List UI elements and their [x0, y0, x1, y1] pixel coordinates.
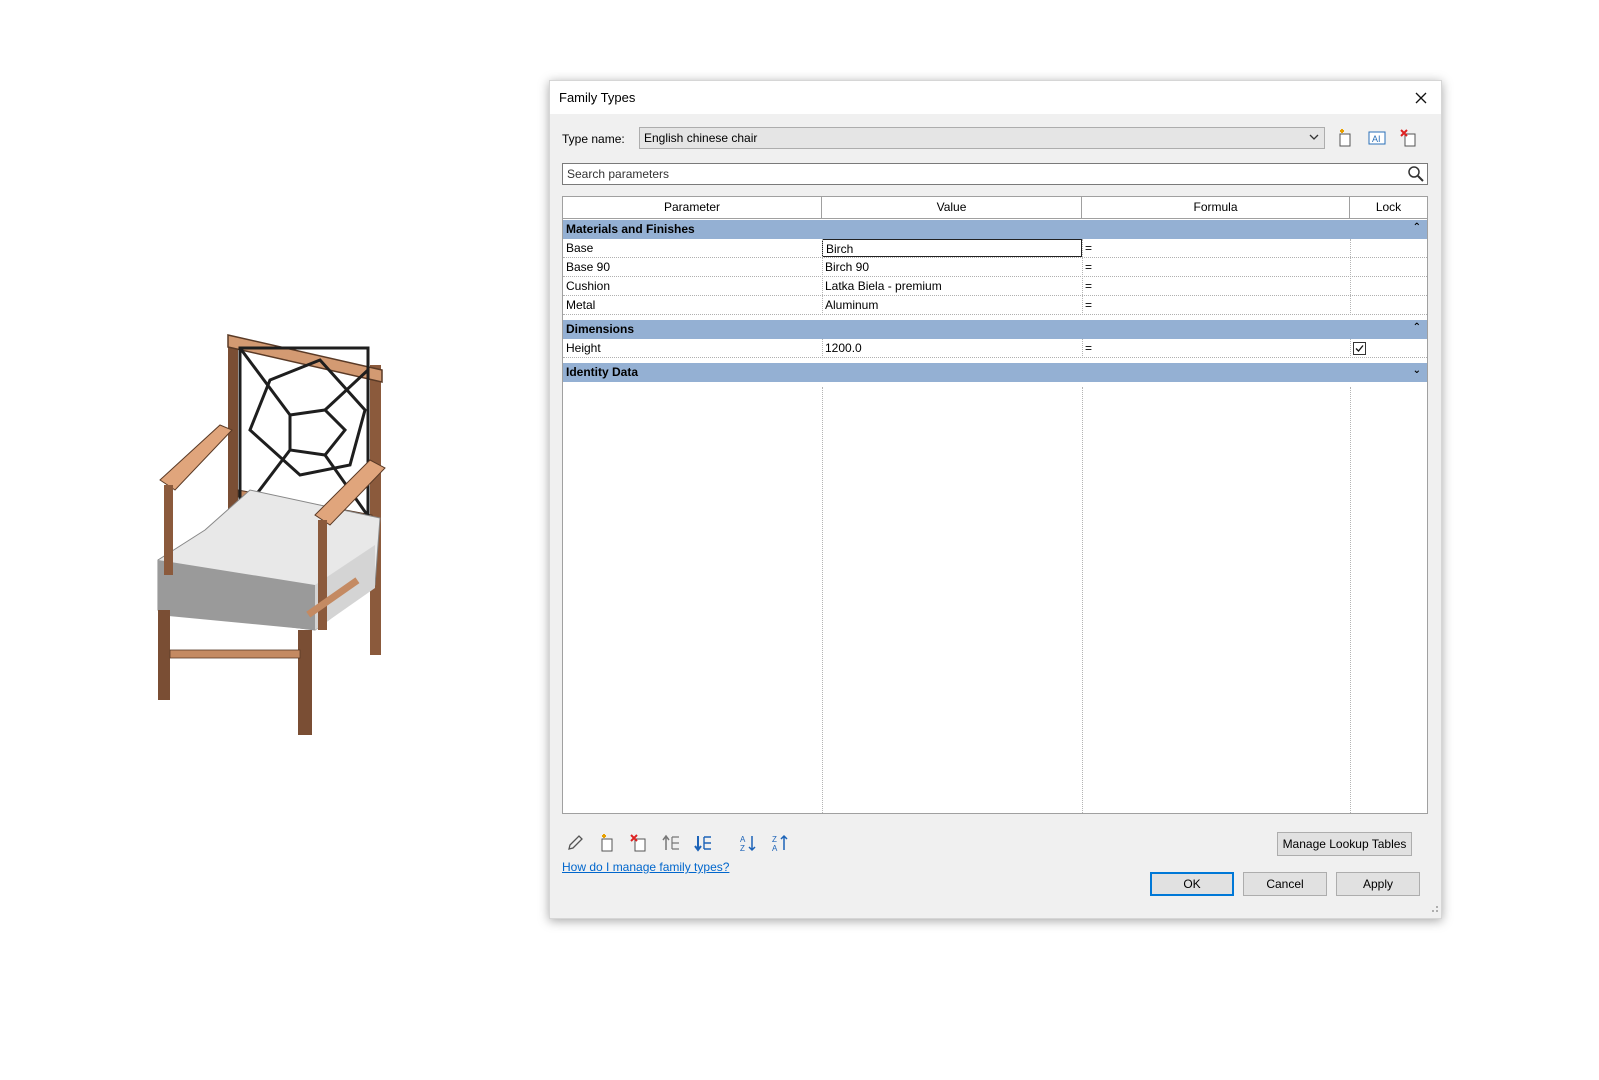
svg-text:A: A: [772, 844, 778, 852]
parameter-cell: Metal: [566, 298, 596, 312]
group-label: Identity Data: [566, 365, 639, 379]
parameter-cell: Base: [566, 241, 594, 255]
value-cell[interactable]: Aluminum: [822, 296, 1082, 314]
collapse-icon[interactable]: ⌃: [1413, 222, 1421, 233]
type-name-value: English chinese chair: [644, 131, 758, 145]
table-row[interactable]: Metal Aluminum =: [563, 296, 1427, 315]
formula-cell[interactable]: =: [1082, 239, 1350, 257]
column-divider: [822, 339, 823, 358]
manage-lookup-tables-button[interactable]: Manage Lookup Tables: [1277, 832, 1412, 856]
group-label: Materials and Finishes: [566, 222, 695, 236]
ok-button[interactable]: OK: [1150, 872, 1234, 896]
cancel-button[interactable]: Cancel: [1243, 872, 1327, 896]
apply-button[interactable]: Apply: [1336, 872, 1420, 896]
column-divider: [1350, 339, 1351, 358]
formula-cell[interactable]: =: [1082, 339, 1350, 357]
parameter-cell: Cushion: [566, 279, 611, 293]
rename-type-icon[interactable]: AI: [1366, 128, 1388, 148]
title-bar: Family Types: [550, 81, 1441, 114]
formula-cell[interactable]: =: [1082, 258, 1350, 276]
chair-preview-image: [157, 334, 386, 735]
parameter-cell: Base 90: [566, 260, 611, 274]
column-divider: [1082, 387, 1083, 813]
column-divider: [822, 239, 823, 315]
help-link[interactable]: How do I manage family types?: [562, 860, 729, 874]
type-name-dropdown[interactable]: English chinese chair: [639, 127, 1325, 149]
parameter-cell: Height: [566, 341, 601, 355]
svg-text:AI: AI: [1372, 134, 1381, 144]
column-divider: [1350, 239, 1351, 315]
chevron-down-icon: [1308, 131, 1320, 146]
group-header-identity-data[interactable]: Identity Data ⌄: [563, 363, 1427, 382]
move-down-icon[interactable]: [692, 832, 714, 854]
expand-icon[interactable]: ⌄: [1413, 365, 1421, 376]
resize-grip-icon[interactable]: [1429, 902, 1439, 916]
formula-cell[interactable]: =: [1082, 296, 1350, 314]
search-icon[interactable]: [1407, 165, 1425, 186]
column-divider: [1350, 387, 1351, 813]
value-cell[interactable]: Birch: [822, 239, 1082, 257]
table-row[interactable]: Base 90 Birch 90 =: [563, 258, 1427, 277]
group-label: Dimensions: [566, 322, 635, 336]
svg-text:Z: Z: [740, 844, 745, 852]
value-cell[interactable]: 1200.0: [822, 339, 1082, 357]
value-cell[interactable]: Latka Biela - premium: [822, 277, 1082, 295]
table-row[interactable]: Base Birch =: [563, 239, 1427, 258]
parameters-grid: Parameter Value Formula Lock Materials a…: [562, 196, 1428, 814]
sort-ascending-icon[interactable]: AZ: [738, 832, 760, 854]
table-row[interactable]: Height 1200.0 =: [563, 339, 1427, 358]
edit-parameter-icon[interactable]: [564, 832, 586, 854]
column-header-lock[interactable]: Lock: [1350, 197, 1427, 219]
formula-cell[interactable]: =: [1082, 277, 1350, 295]
move-up-icon[interactable]: [660, 832, 682, 854]
search-input[interactable]: [565, 165, 1399, 183]
dialog-title: Family Types: [559, 90, 636, 105]
new-parameter-icon[interactable]: [596, 832, 618, 854]
svg-text:A: A: [740, 835, 746, 844]
column-header-parameter[interactable]: Parameter: [563, 197, 822, 219]
svg-text:Z: Z: [772, 835, 777, 844]
delete-parameter-icon[interactable]: [628, 832, 650, 854]
table-row[interactable]: Cushion Latka Biela - premium =: [563, 277, 1427, 296]
group-header-dimensions[interactable]: Dimensions ⌃: [563, 320, 1427, 339]
search-box: [562, 163, 1428, 185]
delete-type-icon[interactable]: [1398, 128, 1420, 148]
group-header-materials[interactable]: Materials and Finishes ⌃: [563, 220, 1427, 239]
family-types-dialog: Family Types Type name: English chinese …: [549, 80, 1442, 919]
lock-checkbox[interactable]: [1353, 342, 1366, 355]
column-header-value[interactable]: Value: [822, 197, 1082, 219]
close-icon[interactable]: [1401, 81, 1441, 114]
column-divider: [1082, 339, 1083, 358]
value-cell[interactable]: Birch 90: [822, 258, 1082, 276]
column-header-formula[interactable]: Formula: [1082, 197, 1350, 219]
sort-descending-icon[interactable]: ZA: [770, 832, 792, 854]
new-type-icon[interactable]: [1334, 128, 1356, 148]
collapse-icon[interactable]: ⌃: [1413, 322, 1421, 333]
column-divider: [1082, 239, 1083, 315]
type-name-label: Type name:: [562, 132, 625, 146]
column-divider: [822, 387, 823, 813]
